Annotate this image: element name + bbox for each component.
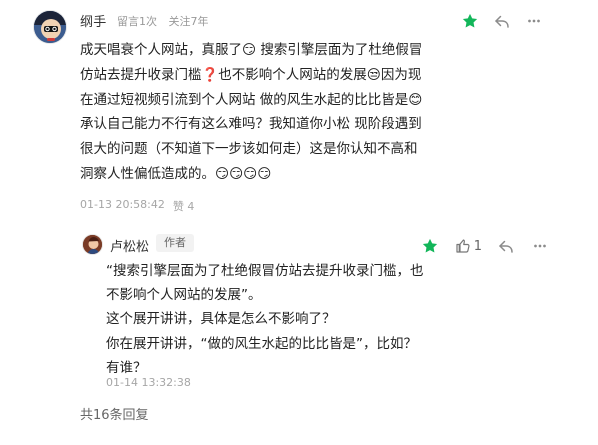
reply-actions: 1 <box>420 236 550 256</box>
star-icon[interactable] <box>420 236 440 256</box>
comment-author[interactable]: 纲手 <box>80 11 107 30</box>
like-text: 赞 4 <box>172 200 195 213</box>
comment-actions <box>460 11 544 31</box>
thumb-up-icon <box>456 239 470 253</box>
reply-avatar[interactable] <box>82 234 103 255</box>
comment-datetime: 01-13 20:58:42 <box>80 198 165 211</box>
comment-meta: 留言1次 关注7年 <box>117 13 209 29</box>
more-icon[interactable] <box>524 11 544 31</box>
more-icon[interactable] <box>530 236 550 256</box>
reply-author[interactable]: 卢松松 <box>110 236 149 255</box>
reply-icon[interactable] <box>496 236 516 256</box>
comment-card: 纲手 留言1次 关注7年 成天唱衰个人网站，真服了😏 搜索引擎层面为了杜绝假冒仿… <box>0 0 598 445</box>
reply-body: “搜索引擎层面为了杜绝假冒仿站去提升收录门槛，也不影响个人网站的发展”。 这个展… <box>106 263 424 376</box>
reply-icon[interactable] <box>492 11 512 31</box>
reply-like-count: 1 <box>473 238 482 254</box>
follow-duration: 关注7年 <box>168 15 209 28</box>
thumb-up-button[interactable]: 1 <box>454 236 482 256</box>
replies-link[interactable]: 共16条回复 <box>80 404 149 423</box>
reply-datetime: 01-14 13:32:38 <box>106 376 191 389</box>
comment-like[interactable]: 赞 4 <box>173 198 195 214</box>
author-badge: 作者 <box>156 234 194 252</box>
star-icon[interactable] <box>460 11 480 31</box>
comment-footer: 01-13 20:58:42 赞 4 <box>80 198 194 214</box>
comment-body: 成天唱衰个人网站，真服了😏 搜索引擎层面为了杜绝假冒仿站去提升收录门槛❓也不影响… <box>80 42 427 182</box>
message-count: 留言1次 <box>117 15 157 28</box>
avatar[interactable] <box>33 10 67 44</box>
